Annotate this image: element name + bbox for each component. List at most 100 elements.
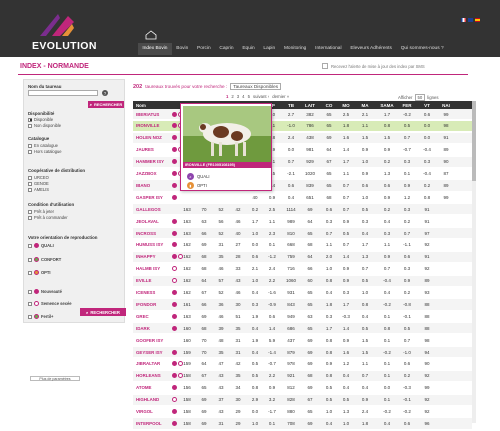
bull-name-link[interactable]: ICENESS [136, 290, 172, 295]
table-row[interactable]: GASPER ISY 40 0.9 0.4 651 68 0.7 1.0 0.9 1.2 0.8 99 [133, 192, 472, 203]
column-header[interactable]: NAI [438, 103, 454, 108]
page-link[interactable]: dernier » [272, 94, 289, 99]
bull-name-link[interactable]: GREC [136, 314, 172, 319]
checkbox[interactable] [28, 149, 32, 154]
orientation-option[interactable]: Fertil+ [28, 314, 53, 319]
table-row[interactable]: HALMB ISY 162 68 46 33 2.1 2.4 716 66 1.0 0.9 0.7 0.… [133, 263, 472, 274]
checkbox-option[interactable]: Disponible [28, 117, 53, 122]
column-header[interactable]: CO [321, 103, 337, 108]
bull-name-link[interactable]: JAURES [136, 147, 172, 152]
checkbox-option[interactable]: Hors catalogue [28, 149, 62, 154]
table-row[interactable]: INCROSS 163 66 52 40 1.0 2.3 810 65 0.7 0.5 0.4 0.3 0… [133, 228, 472, 239]
nav-item[interactable]: International [311, 43, 346, 55]
bull-name-link[interactable]: IFONDOR [136, 302, 172, 307]
page-link[interactable]: suivant › [253, 94, 269, 99]
checkbox-option[interactable]: Prêt à jeter [28, 209, 54, 214]
table-row[interactable]: HORLEANS 158 67 43 35 0.5 2.2 921 68 0.8 0.4 0.7 0.1… [133, 370, 472, 381]
table-row[interactable]: VIRGOL 158 69 43 29 0.0 -1.7 880 65 1.0 1.3 2.4 -0.2… [133, 406, 472, 417]
checkbox[interactable] [28, 289, 32, 294]
checkbox[interactable] [28, 209, 32, 214]
bull-name-link[interactable]: IBERIATUS [136, 112, 172, 117]
table-row[interactable]: ICENESS 162 67 52 46 0.4 -1.6 931 65 0.4 0.3 1.0 0.4… [133, 287, 472, 298]
checkbox[interactable] [28, 181, 32, 186]
table-row[interactable]: HIGHLAND 158 69 37 30 2.9 3.2 828 67 0.5 0.5 0.9 0.1… [133, 394, 472, 405]
checkbox[interactable] [28, 123, 32, 128]
nav-item[interactable]: Caprin [215, 43, 238, 55]
nav-item[interactable]: Porcin [193, 43, 215, 55]
page-link[interactable]: 3 [237, 94, 239, 99]
table-row[interactable]: JEOLAVAL 163 63 56 46 1.7 1.1 989 64 0.3 0.9 0.3 0.4… [133, 216, 472, 227]
checkbox[interactable] [28, 257, 32, 262]
bull-name-link[interactable]: IRONVILLE [136, 123, 172, 128]
search-button[interactable]: ⌕ RECHERCHER [88, 101, 124, 108]
orientation-option[interactable]: CONFORT [28, 257, 61, 262]
bull-name-link[interactable]: GASPER ISY [136, 195, 172, 200]
page-link[interactable]: 2 [231, 94, 233, 99]
bull-name-link[interactable]: ATOME [136, 385, 172, 390]
table-row[interactable]: GOOFER ISY 160 70 48 31 1.9 5.9 437 69 0.8 0.9 1.5 0… [133, 335, 472, 346]
checkbox[interactable] [28, 143, 32, 148]
table-row[interactable]: GREC 163 69 46 51 1.9 0.6 949 63 0.3 -0.3 0.4 0.1 -0.… [133, 311, 472, 322]
bull-name-link[interactable]: INTERPOOL [136, 421, 172, 426]
bull-name-link[interactable]: HIGHLAND [136, 397, 172, 402]
rows-per-page-select[interactable]: 50 [414, 94, 426, 101]
bull-name-link[interactable]: HUMUSS ISY [136, 242, 172, 247]
table-row[interactable]: ATOME 156 65 43 34 0.8 0.9 812 69 0.5 0.4 0.4 0.0 -0.… [133, 382, 472, 393]
table-row[interactable]: JIBRALTAR 159 64 47 42 0.5 -0.7 978 69 0.9 1.2 1.1 0… [133, 358, 472, 370]
column-header[interactable]: MO [338, 103, 354, 108]
bull-name-link[interactable]: IDARK [136, 326, 172, 331]
checkbox[interactable] [28, 314, 32, 319]
logo-icon[interactable] [38, 12, 76, 38]
column-header[interactable]: FER [398, 103, 416, 108]
bull-name-link[interactable]: INCROSS [136, 231, 172, 236]
checkbox-option[interactable]: GENOE [28, 181, 49, 186]
scrollbar-thumb[interactable] [472, 101, 476, 181]
table-row[interactable]: EVILLE 162 64 57 43 1.0 2.2 1060 60 0.8 0.9 0.5 -0.4… [133, 275, 472, 286]
column-header[interactable]: LAIT [301, 103, 319, 108]
column-header[interactable]: MA [355, 103, 375, 108]
table-row[interactable]: HUMUSS ISY 162 69 31 27 0.0 0.1 668 68 1.1 0.7 1.7 1… [133, 239, 472, 251]
bull-name-link[interactable]: HORLEANS [136, 373, 172, 378]
column-header[interactable]: TB [281, 103, 301, 108]
checkbox[interactable] [28, 243, 32, 248]
popup-option[interactable]: ⌕ QUALI [187, 173, 210, 180]
table-row[interactable]: IDARK 160 68 39 35 0.4 1.4 686 65 1.7 1.4 0.5 0.8 0.5… [133, 323, 472, 334]
flag-fr-icon[interactable] [461, 18, 466, 22]
page-link[interactable]: 1 [226, 94, 228, 99]
orientation-option[interactable]: Semence sexée [28, 301, 72, 306]
orientation-option[interactable]: Nouveauté [28, 289, 62, 294]
bull-name-link[interactable]: GALLEGOS [136, 207, 172, 212]
nav-item[interactable]: Monitoring [280, 43, 311, 55]
bull-name-link[interactable]: JIBRALTAR [136, 361, 172, 366]
bull-name-link[interactable]: JEOLAVAL [136, 219, 172, 224]
flag-es-icon[interactable] [475, 18, 480, 22]
help-icon[interactable]: ? [102, 90, 108, 96]
home-icon[interactable] [144, 30, 158, 40]
nav-item[interactable]: Index Bovin [138, 43, 172, 55]
search-button-bottom[interactable]: ⌕ RECHERCHER [80, 308, 126, 316]
column-header[interactable]: SAMA [377, 103, 397, 108]
bull-name-link[interactable]: HAMMER ISY [136, 159, 172, 164]
checkbox[interactable] [28, 215, 32, 220]
table-scrollbar[interactable] [472, 101, 476, 423]
checkbox[interactable] [28, 270, 32, 275]
popup-option[interactable]: ▮ OPTI [187, 182, 207, 189]
bull-name-link[interactable]: HOLEN NOZ [136, 135, 172, 140]
bull-name-link[interactable]: EVILLE [136, 278, 172, 283]
table-row[interactable]: INHAPPY 162 68 35 28 0.6 -1.2 759 64 2.0 1.4 1.3 0.9… [133, 251, 472, 262]
bull-name-link[interactable]: JAZZBOX [136, 171, 172, 176]
page-link[interactable]: 4 [242, 94, 244, 99]
bull-name-link[interactable]: GOOFER ISY [136, 338, 172, 343]
orientation-option[interactable]: QUALI [28, 243, 54, 248]
bull-name-link[interactable]: IBANO [136, 183, 172, 188]
nav-item[interactable]: Bovin [172, 43, 193, 55]
nav-item[interactable]: Qui sommes-nous ? [396, 43, 448, 55]
nav-item[interactable]: Equin [238, 43, 259, 55]
column-header[interactable]: Nom [136, 103, 172, 108]
filter-tag[interactable]: Taureaux Disponibles [230, 83, 282, 90]
more-params-button[interactable]: Plus de paramètres [30, 376, 80, 381]
logo-wordmark[interactable]: EVOLUTION [32, 40, 97, 52]
checkbox-option[interactable]: Prêt à commander [28, 215, 68, 220]
checkbox[interactable] [28, 187, 32, 192]
update-alert-link[interactable]: Recevez l'alerte de mise à jour des inde… [322, 63, 425, 69]
